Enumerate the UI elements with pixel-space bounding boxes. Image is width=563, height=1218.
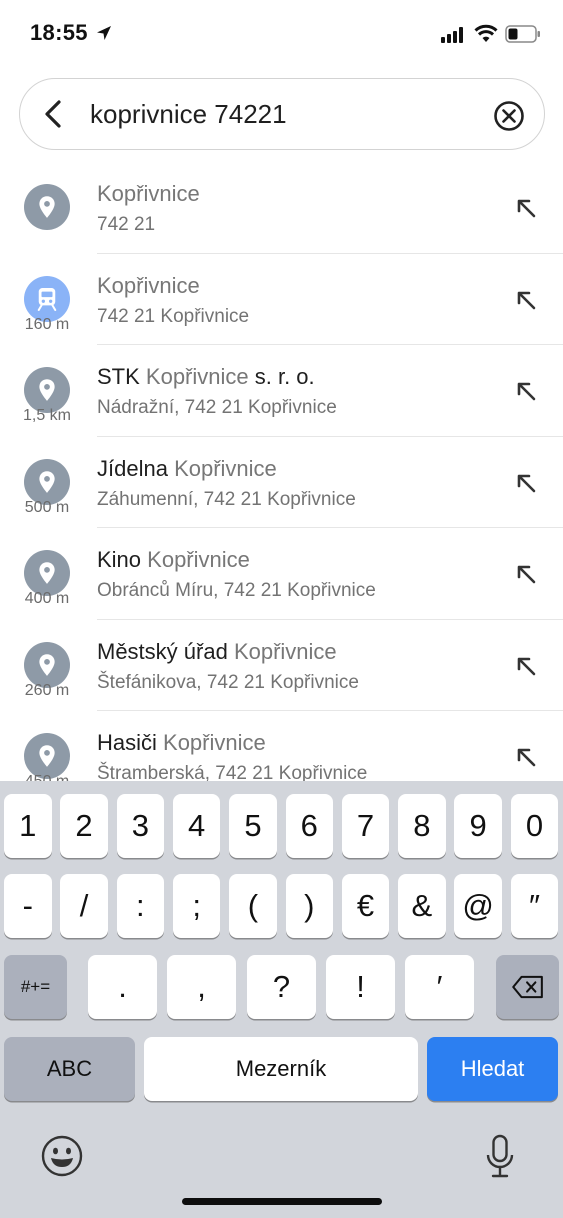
keyboard: 1 2 3 4 5 6 7 8 9 0 - /:;() € & @ ″ #+=.,?! ′ ABC Mezerník H… (0, 781, 563, 1218)
result-title-part: Kopřivnice (233, 638, 337, 664)
key-2[interactable]: 2 (60, 794, 108, 858)
distance-label: 160 m (24, 315, 70, 333)
result-title-part: STK (97, 364, 146, 389)
distance-label: 450 m (8, 773, 86, 781)
distance-label: 1,5 km (22, 407, 71, 424)
distance-label: 500 m (24, 498, 70, 516)
fill-query-arrow-icon[interactable] (512, 286, 540, 314)
home-indicator (182, 1198, 382, 1205)
key-5[interactable]: 5 (229, 794, 277, 858)
result-title: Kopřivnice (97, 273, 200, 299)
space-key[interactable]: Mezerník (144, 1037, 418, 1101)
result-title: Hasiči Kopřivnice (97, 730, 266, 756)
key-symbol[interactable]: - (4, 874, 52, 938)
key-1[interactable]: 1 (4, 794, 52, 858)
key-punctuation[interactable]: ′ (405, 955, 474, 1019)
back-arrow-icon[interactable] (41, 99, 67, 129)
wifi-icon (474, 24, 498, 42)
key-symbol[interactable]: ) (285, 874, 333, 938)
result-title-part: s. r. o. (248, 364, 315, 389)
symbols-toggle-key[interactable]: #+= (4, 955, 67, 1019)
status-bar: 18:55 (0, 0, 563, 66)
result-title: Kino Kopřivnice (97, 547, 250, 573)
key-punctuation[interactable]: ! (326, 955, 395, 1019)
fill-query-arrow-icon[interactable] (512, 560, 540, 588)
key-symbol[interactable]: ; (172, 874, 221, 938)
backspace-icon (511, 975, 543, 999)
abc-key[interactable]: ABC (4, 1037, 135, 1101)
distance-label: 400 m (24, 590, 70, 607)
result-title: Kopřivnice (97, 181, 200, 207)
key-punctuation[interactable]: ? (247, 955, 316, 1019)
result-title-part: Jídelna (97, 455, 175, 481)
fill-query-arrow-icon[interactable] (512, 194, 540, 222)
key-punctuation[interactable]: , (167, 955, 236, 1019)
result-title: Městský úřad Kopřivnice (97, 639, 337, 665)
emoji-icon[interactable] (40, 1134, 84, 1178)
key-6[interactable]: 6 (285, 794, 333, 858)
result-title-part: Kopřivnice (97, 272, 200, 298)
result-row[interactable]: 500 m Jídelna Kopřivnice Záhumenní, 742 21… (0, 437, 563, 528)
key-3[interactable]: 3 (116, 794, 165, 858)
key-symbol[interactable]: ( (229, 874, 277, 938)
result-address: 742 21 Kopřivnice (97, 305, 250, 327)
location-pin-icon (24, 184, 70, 230)
fill-query-arrow-icon[interactable] (512, 377, 540, 405)
result-title-part: Kopřivnice (97, 181, 200, 206)
result-row[interactable]: 450 m Hasiči Kopřivnice Štramberská, 742 2… (0, 711, 563, 781)
key-9[interactable]: 9 (454, 794, 502, 858)
status-time: 18:55 (30, 20, 88, 45)
result-address: Štramberská, 742 21 Kopřivnice (97, 763, 368, 781)
key-symbol[interactable]: & (398, 874, 446, 938)
result-address: Nádražní, 742 21 Kopřivnice (97, 397, 337, 418)
result-row[interactable]: Kopřivnice 742 21 (0, 162, 563, 254)
result-title-part: Městský úřad (97, 638, 234, 664)
result-address: Obránců Míru, 742 21 Kopřivnice (97, 580, 376, 601)
fill-query-arrow-icon[interactable] (512, 469, 540, 497)
key-4[interactable]: 4 (172, 794, 221, 858)
key-symbol[interactable]: / (60, 874, 108, 938)
suggestions-list: Kopřivnice 742 21 160 m Kopřivnice 742 21 Ko… (0, 162, 563, 781)
fill-query-arrow-icon[interactable] (512, 743, 540, 771)
result-title: Jídelna Kopřivnice (97, 456, 277, 482)
key-8[interactable]: 8 (398, 794, 446, 858)
key-symbol[interactable]: € (341, 874, 390, 938)
result-address: Záhumenní, 742 21 Kopřivnice (97, 488, 356, 510)
result-title-part: Kino (97, 547, 148, 572)
key-punctuation[interactable]: . (88, 955, 157, 1019)
key-symbol[interactable]: : (116, 874, 165, 938)
key-symbol[interactable]: @ (454, 874, 502, 938)
result-title: STK Kopřivnice s. r. o. (97, 364, 315, 390)
result-title-part: Kopřivnice (174, 455, 277, 481)
search-key[interactable]: Hledat (427, 1037, 558, 1101)
backspace-key[interactable] (496, 955, 559, 1019)
result-row[interactable]: 160 m Kopřivnice 742 21 Kopřivnice (0, 254, 563, 345)
result-row[interactable]: 400 m Kino Kopřivnice Obránců Míru, 742 21… (0, 528, 563, 620)
result-title-part: Kopřivnice (147, 547, 250, 572)
result-row[interactable]: 260 m Městský úřad Kopřivnice Štefánikova,… (0, 620, 563, 711)
cellular-signal-icon (441, 27, 463, 43)
location-arrow-icon (97, 26, 111, 40)
key-7[interactable]: 7 (341, 794, 390, 858)
search-input[interactable] (90, 97, 470, 131)
fill-query-arrow-icon[interactable] (512, 652, 540, 680)
search-bar[interactable] (19, 78, 545, 150)
result-row[interactable]: 1,5 km STK Kopřivnice s. r. o. Nádražní, 7… (0, 345, 563, 437)
distance-label: 260 m (24, 681, 70, 699)
microphone-icon[interactable] (484, 1134, 516, 1180)
clear-search-icon[interactable] (493, 100, 525, 132)
key-symbol[interactable]: ″ (510, 874, 559, 938)
battery-icon (505, 25, 540, 43)
key-0[interactable]: 0 (510, 794, 559, 858)
result-address: 742 21 (97, 214, 156, 235)
result-title-part: Kopřivnice (163, 730, 266, 755)
result-title-part: Kopřivnice (145, 364, 249, 389)
result-address: Štefánikova, 742 21 Kopřivnice (97, 671, 359, 693)
result-title-part: Hasiči (97, 730, 164, 755)
